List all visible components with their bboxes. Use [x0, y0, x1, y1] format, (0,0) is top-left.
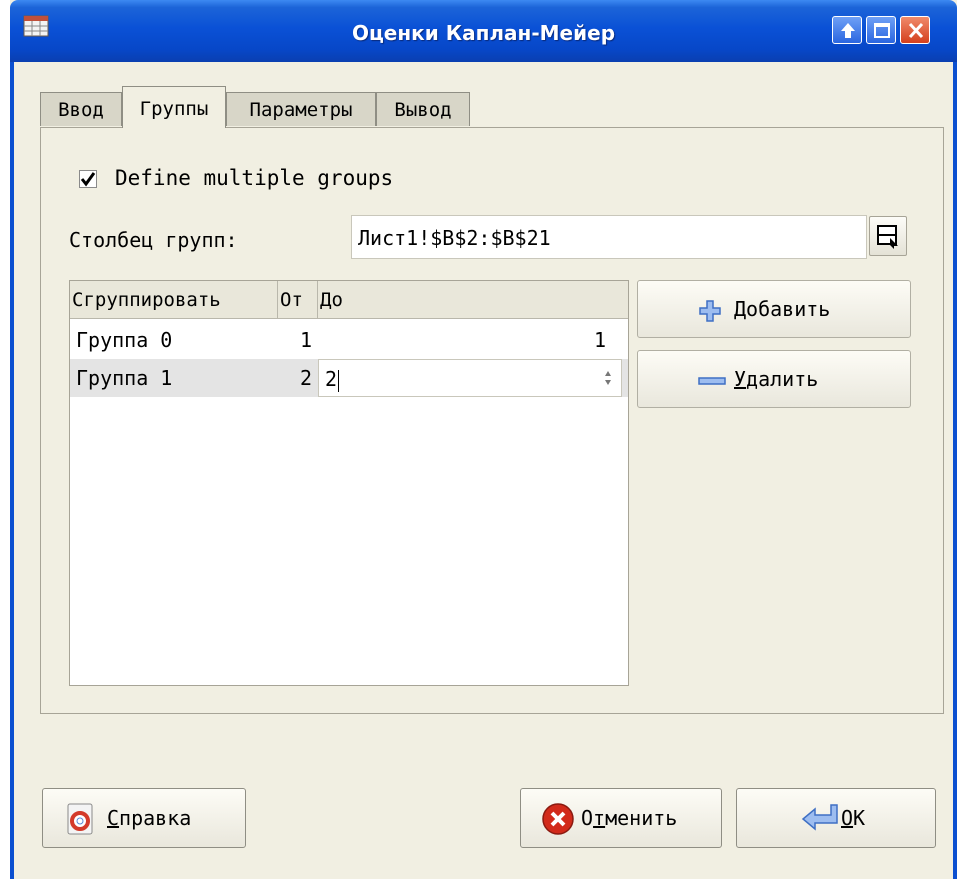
minus-icon: [698, 377, 726, 385]
column-header-from[interactable]: От: [278, 281, 318, 319]
add-button-label: Добавить: [734, 297, 831, 321]
column-header-group[interactable]: Сгруппировать: [70, 281, 278, 319]
title-bar[interactable]: Оценки Каплан-Мейер: [10, 0, 957, 62]
groups-table: Сгруппировать От До Группа 0 1 1 Группа …: [69, 280, 629, 686]
arrow-up-icon: [841, 23, 855, 38]
cancel-button-label: Отменить: [581, 806, 678, 830]
delete-button-label: Удалить: [734, 367, 819, 391]
tab-output[interactable]: Вывод: [376, 92, 470, 126]
ok-button-label: OK: [841, 806, 866, 830]
help-button[interactable]: Справка: [42, 788, 246, 848]
enter-arrow-icon: [801, 804, 838, 831]
define-multiple-groups-label[interactable]: Define multiple groups: [115, 166, 393, 190]
help-icon: [67, 803, 93, 835]
spin-arrows-icon[interactable]: [603, 368, 613, 388]
window-title: Оценки Каплан-Мейер: [351, 21, 616, 45]
group-name-cell: Группа 1: [76, 366, 173, 390]
table-row-selected[interactable]: Группа 1 2 2: [70, 359, 628, 397]
cancel-button[interactable]: Отменить: [520, 788, 722, 848]
add-button[interactable]: Добавить: [637, 280, 911, 338]
group-name-cell: Группа 0: [76, 328, 173, 352]
dialog-window: Оценки Каплан-Мейер Ввод Группы Параметр…: [10, 0, 957, 879]
close-button[interactable]: [900, 16, 930, 44]
help-button-label: Справка: [107, 806, 192, 830]
from-cell: 1: [299, 328, 312, 352]
ok-button[interactable]: OK: [736, 788, 936, 848]
tab-input[interactable]: Ввод: [40, 92, 122, 126]
groups-panel: Define multiple groups Столбец групп: Ли…: [40, 127, 944, 714]
text-caret: [338, 369, 340, 392]
group-column-label: Столбец групп:: [69, 228, 238, 252]
maximize-icon: [874, 23, 890, 38]
define-multiple-groups-checkbox[interactable]: [79, 170, 97, 188]
to-spin-input[interactable]: 2: [318, 359, 622, 397]
group-column-input[interactable]: Лист1!$B$2:$B$21: [351, 215, 867, 259]
delete-button[interactable]: Удалить: [637, 350, 911, 408]
column-header-to[interactable]: До: [318, 281, 628, 319]
range-select-button[interactable]: [869, 216, 907, 256]
roll-up-button[interactable]: [832, 16, 862, 44]
window-border-left: [10, 62, 14, 879]
from-cell: 2: [299, 366, 312, 390]
range-select-icon: [877, 225, 898, 249]
to-spin-value: 2: [325, 367, 338, 391]
window-border-right: [953, 62, 957, 879]
tab-parameters[interactable]: Параметры: [226, 92, 376, 126]
close-icon: [908, 22, 924, 39]
tab-groups[interactable]: Группы: [122, 86, 226, 128]
to-cell: 1: [593, 328, 606, 352]
plus-icon: [699, 300, 721, 322]
table-row[interactable]: Группа 0 1 1: [70, 321, 628, 359]
cancel-icon: [542, 803, 574, 835]
maximize-button[interactable]: [866, 16, 896, 44]
